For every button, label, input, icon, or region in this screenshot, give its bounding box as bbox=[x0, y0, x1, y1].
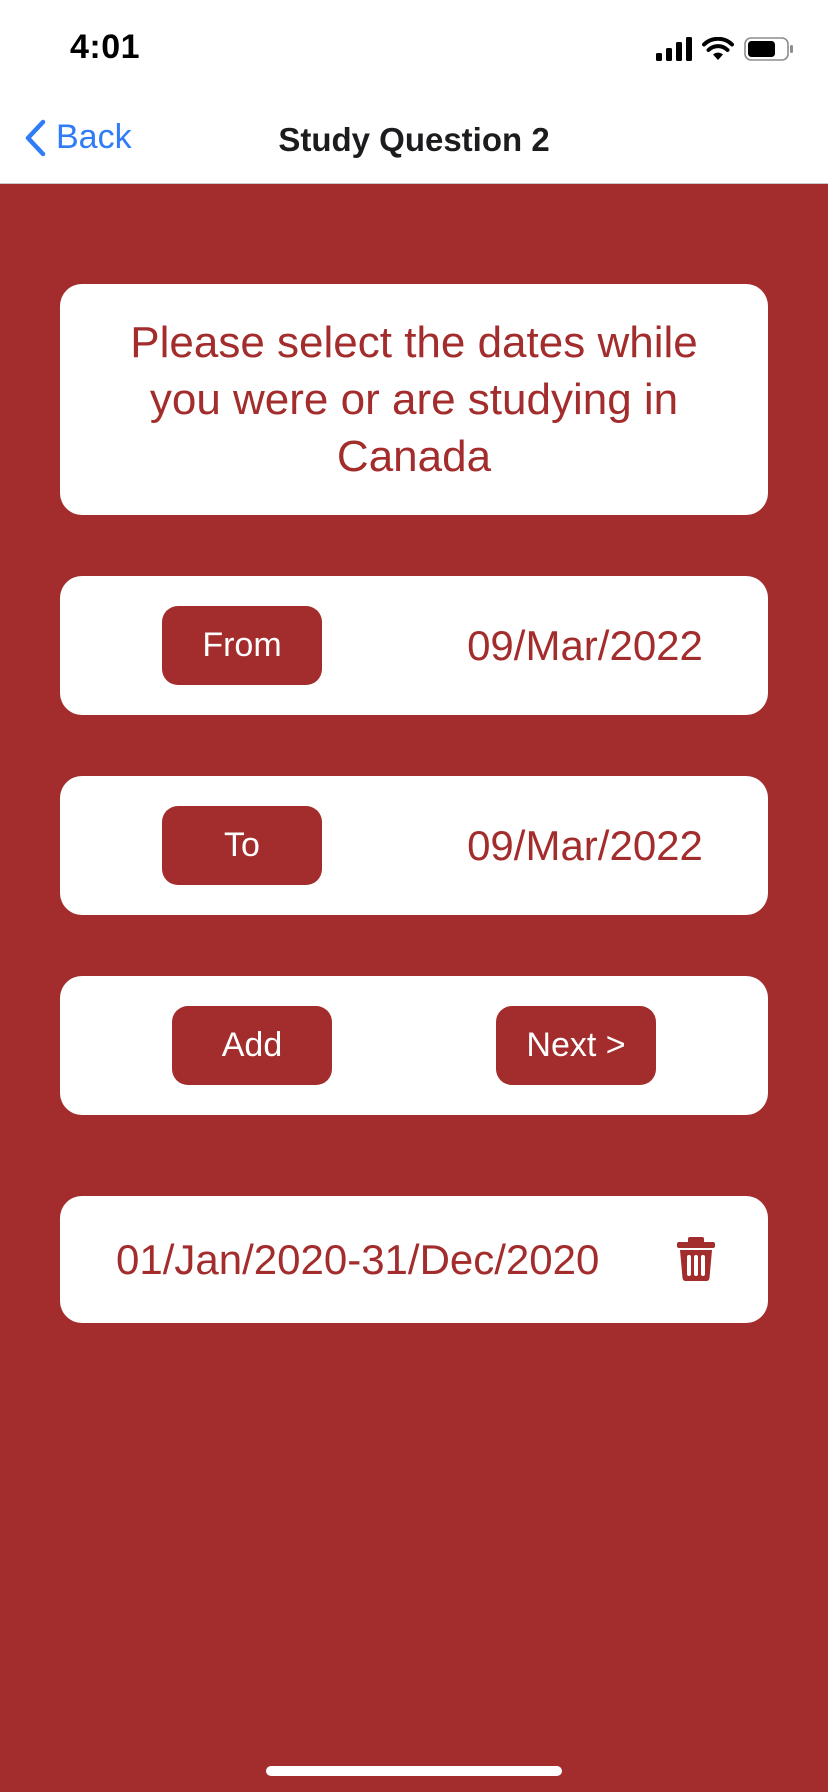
status-time: 4:01 bbox=[70, 28, 141, 66]
to-button[interactable]: To bbox=[162, 806, 322, 885]
from-button[interactable]: From bbox=[162, 606, 322, 685]
from-date-value[interactable]: 09/Mar/2022 bbox=[440, 576, 730, 715]
to-date-card: To 09/Mar/2022 bbox=[60, 776, 768, 915]
date-range-entry: 01/Jan/2020-31/Dec/2020 bbox=[116, 1235, 600, 1283]
cellular-signal-icon bbox=[656, 37, 692, 61]
home-indicator[interactable] bbox=[266, 1766, 562, 1776]
question-card: Please select the dates while you were o… bbox=[60, 284, 768, 515]
question-text: Please select the dates while you were o… bbox=[130, 318, 698, 481]
battery-icon bbox=[744, 37, 793, 61]
add-button[interactable]: Add bbox=[172, 1006, 332, 1085]
from-date-card: From 09/Mar/2022 bbox=[60, 576, 768, 715]
actions-card: Add Next > bbox=[60, 976, 768, 1115]
to-date-value[interactable]: 09/Mar/2022 bbox=[440, 776, 730, 915]
status-icons bbox=[656, 34, 794, 64]
list-item: 01/Jan/2020-31/Dec/2020 bbox=[60, 1196, 768, 1323]
wifi-icon bbox=[702, 37, 734, 60]
trash-icon[interactable] bbox=[676, 1237, 716, 1281]
page-title: Study Question 2 bbox=[278, 121, 550, 158]
top-bar: 4:01 Back Study Question 2 bbox=[0, 0, 828, 184]
next-button[interactable]: Next > bbox=[496, 1006, 656, 1085]
